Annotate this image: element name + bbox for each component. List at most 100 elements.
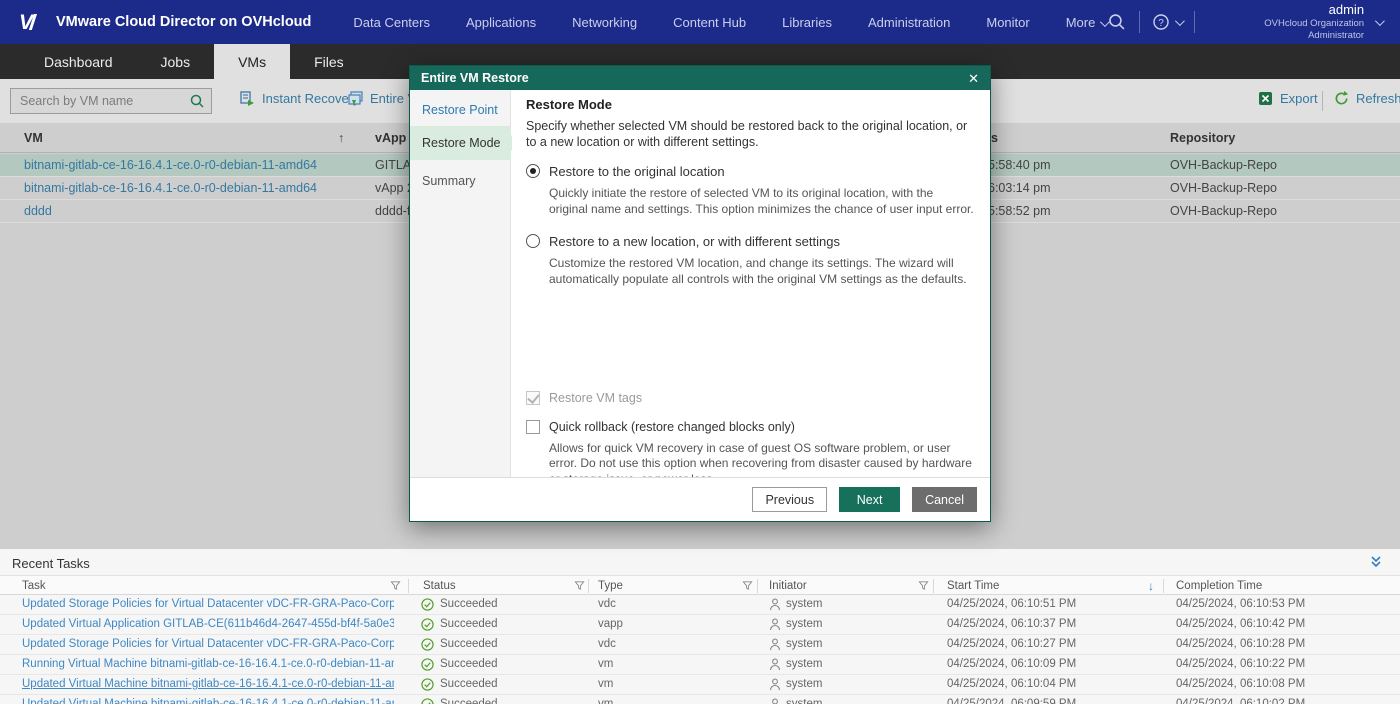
- quick-rollback-desc: Allows for quick VM recovery in case of …: [549, 441, 974, 477]
- vm-link[interactable]: bitnami-gitlab-ce-16-16.4.1-ce.0-r0-debi…: [24, 181, 317, 195]
- column-task[interactable]: Task: [22, 580, 46, 592]
- user-icon: [769, 618, 781, 631]
- nav-administration[interactable]: Administration: [868, 15, 950, 30]
- close-icon[interactable]: ✕: [968, 72, 979, 85]
- column-latest-fragment: s: [991, 131, 998, 145]
- radio-unselected-icon[interactable]: [526, 234, 540, 248]
- user-name: admin: [1207, 2, 1364, 18]
- main-menu: Data Centers Applications Networking Con…: [353, 15, 1107, 30]
- nav-networking[interactable]: Networking: [572, 15, 637, 30]
- filter-icon[interactable]: [574, 580, 585, 591]
- help-icon[interactable]: ?: [1152, 13, 1182, 31]
- tab-dashboard[interactable]: Dashboard: [20, 44, 137, 79]
- refresh-button[interactable]: Refresh: [1334, 91, 1400, 106]
- checkbox-unchecked-icon[interactable]: [526, 420, 540, 434]
- quick-rollback-checkbox[interactable]: Quick rollback (restore changed blocks o…: [526, 420, 974, 434]
- task-row[interactable]: Updated Virtual Machine bitnami-gitlab-c…: [0, 675, 1400, 695]
- task-row[interactable]: Updated Virtual Application GITLAB-CE(61…: [0, 615, 1400, 635]
- recent-tasks-panel: Recent Tasks Task Status Type Initiator …: [0, 548, 1400, 704]
- entire-vm-icon: [348, 91, 363, 106]
- filter-icon[interactable]: [918, 580, 929, 591]
- task-link[interactable]: Updated Storage Policies for Virtual Dat…: [22, 598, 394, 610]
- search-icon[interactable]: [1107, 12, 1127, 32]
- dialog-title: Entire VM Restore: [421, 71, 968, 85]
- recent-tasks-title: Recent Tasks: [12, 556, 90, 571]
- task-link[interactable]: Updated Virtual Machine bitnami-gitlab-c…: [22, 698, 394, 704]
- vm-search: [10, 88, 212, 114]
- option-restore-original-desc: Quickly initiate the restore of selected…: [549, 186, 974, 217]
- instant-recovery-icon: [240, 91, 255, 106]
- restore-vm-tags-checkbox: Restore VM tags: [526, 391, 974, 405]
- task-link[interactable]: Updated Virtual Application GITLAB-CE(61…: [22, 618, 394, 630]
- task-row[interactable]: Updated Storage Policies for Virtual Dat…: [0, 595, 1400, 615]
- success-icon: [421, 638, 434, 651]
- sort-desc-icon[interactable]: ↓: [1148, 579, 1154, 593]
- column-vapp[interactable]: vApp: [375, 131, 406, 145]
- tab-files[interactable]: Files: [290, 44, 368, 79]
- step-restore-mode[interactable]: Restore Mode: [410, 126, 511, 160]
- checkbox-checked-disabled-icon: [526, 391, 540, 405]
- step-restore-point[interactable]: Restore Point: [410, 97, 511, 123]
- divider: [588, 579, 589, 593]
- nav-applications[interactable]: Applications: [466, 15, 536, 30]
- filter-icon[interactable]: [742, 580, 753, 591]
- question-circle-icon: ?: [1152, 13, 1170, 31]
- task-row[interactable]: Updated Storage Policies for Virtual Dat…: [0, 635, 1400, 655]
- task-row[interactable]: Updated Virtual Machine bitnami-gitlab-c…: [0, 695, 1400, 704]
- vm-link[interactable]: bitnami-gitlab-ce-16-16.4.1-ce.0-r0-debi…: [24, 158, 317, 172]
- svg-text:?: ?: [1158, 18, 1164, 29]
- filter-icon[interactable]: [390, 580, 401, 591]
- task-row[interactable]: Running Virtual Machine bitnami-gitlab-c…: [0, 655, 1400, 675]
- column-completion-time[interactable]: Completion Time: [1176, 580, 1262, 592]
- task-link[interactable]: Updated Virtual Machine bitnami-gitlab-c…: [22, 678, 394, 690]
- user-menu[interactable]: admin OVHcloud Organization Administrato…: [1207, 2, 1382, 42]
- vm-link[interactable]: dddd: [24, 204, 52, 218]
- column-status[interactable]: Status: [423, 580, 456, 592]
- restore-mode-panel: Restore Mode Specify whether selected VM…: [512, 90, 990, 477]
- divider: [1163, 579, 1164, 593]
- panel-description: Specify whether selected VM should be re…: [526, 119, 974, 150]
- radio-selected-icon[interactable]: [526, 164, 540, 178]
- success-icon: [421, 598, 434, 611]
- success-icon: [421, 698, 434, 704]
- divider: [408, 579, 409, 593]
- user-icon: [769, 598, 781, 611]
- search-icon[interactable]: [189, 93, 205, 109]
- top-nav: V VMware Cloud Director on OVHcloud Data…: [0, 0, 1400, 44]
- refresh-icon: [1334, 91, 1349, 106]
- task-link[interactable]: Running Virtual Machine bitnami-gitlab-c…: [22, 658, 394, 670]
- nav-data-centers[interactable]: Data Centers: [353, 15, 430, 30]
- option-restore-new[interactable]: Restore to a new location, or with diffe…: [526, 234, 974, 249]
- wizard-steps: Restore Point Restore Mode Summary: [410, 90, 511, 477]
- nav-more[interactable]: More: [1066, 15, 1108, 30]
- task-link[interactable]: Updated Storage Policies for Virtual Dat…: [22, 638, 394, 650]
- column-start-time[interactable]: Start Time: [947, 580, 999, 592]
- divider: [1194, 11, 1195, 33]
- chevron-down-icon: [1375, 16, 1385, 26]
- column-type[interactable]: Type: [598, 580, 623, 592]
- nav-monitor[interactable]: Monitor: [986, 15, 1029, 30]
- nav-libraries[interactable]: Libraries: [782, 15, 832, 30]
- excel-export-icon: [1258, 91, 1273, 106]
- next-button[interactable]: Next: [839, 487, 900, 512]
- dialog-footer: Previous Next Cancel: [410, 477, 990, 521]
- success-icon: [421, 658, 434, 671]
- column-initiator[interactable]: Initiator: [769, 580, 807, 592]
- tab-vms[interactable]: VMs: [214, 44, 290, 79]
- divider: [1139, 11, 1140, 33]
- divider: [933, 579, 934, 593]
- chevron-down-icon: [1175, 16, 1185, 26]
- column-repository[interactable]: Repository: [1170, 131, 1235, 145]
- option-restore-original[interactable]: Restore to the original location: [526, 164, 974, 179]
- cancel-button[interactable]: Cancel: [912, 487, 977, 512]
- sort-asc-icon[interactable]: ↑: [338, 131, 344, 145]
- export-button[interactable]: Export: [1258, 91, 1318, 106]
- collapse-double-chevron-icon[interactable]: [1368, 555, 1384, 569]
- dialog-header: Entire VM Restore ✕: [410, 66, 990, 90]
- previous-button[interactable]: Previous: [752, 487, 827, 512]
- column-vm[interactable]: VM: [24, 131, 43, 145]
- instant-recovery-button[interactable]: Instant Recovery: [240, 91, 360, 106]
- nav-content-hub[interactable]: Content Hub: [673, 15, 746, 30]
- search-input[interactable]: [20, 94, 189, 108]
- tab-jobs[interactable]: Jobs: [137, 44, 215, 79]
